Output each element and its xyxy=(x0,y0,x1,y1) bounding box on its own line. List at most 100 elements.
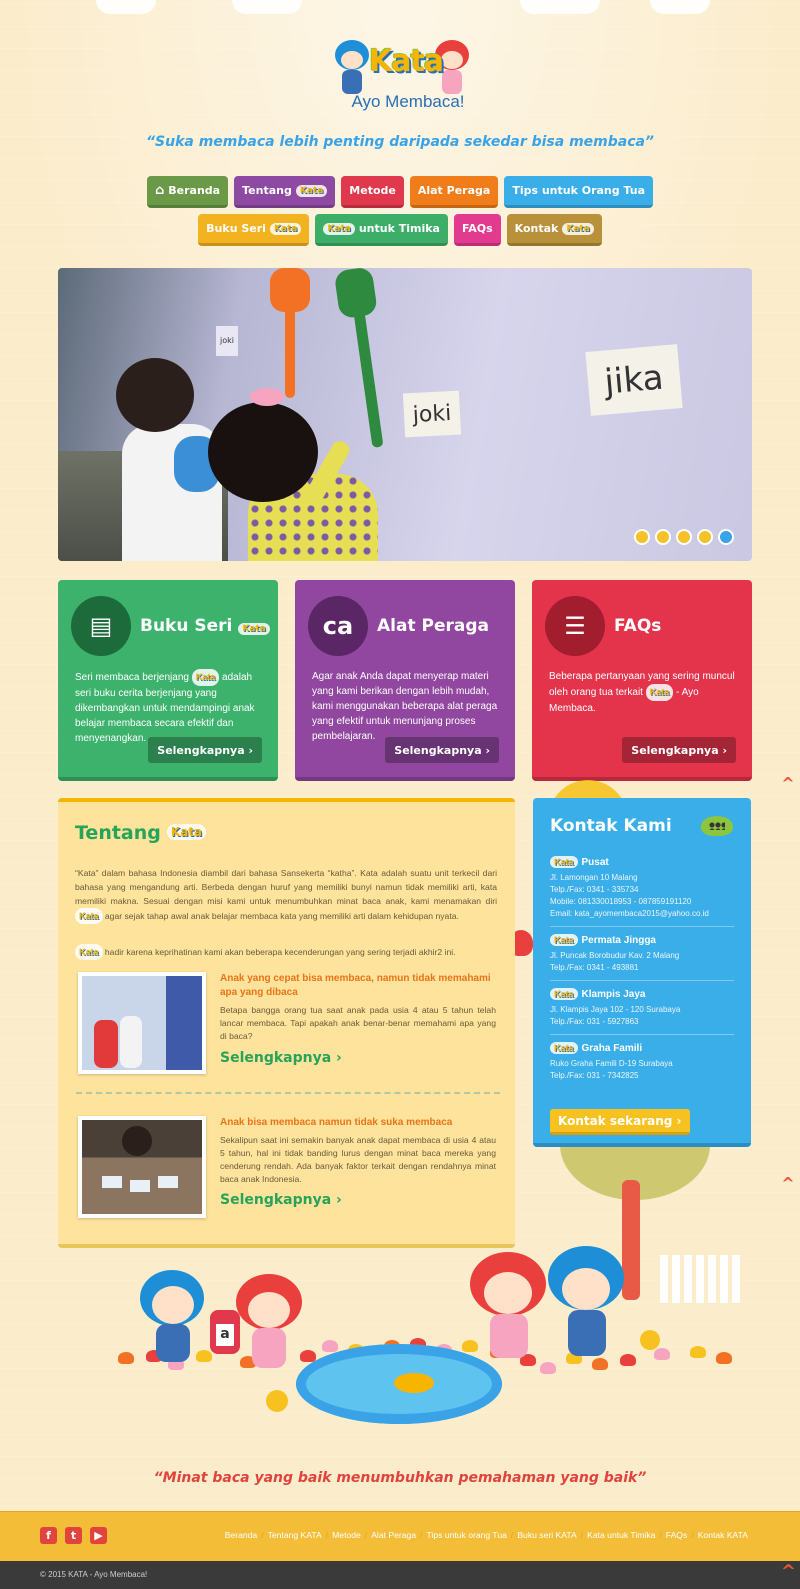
nav-item-label: Tentang xyxy=(242,184,292,197)
article-read-more-link[interactable]: Selengkapnya › xyxy=(220,1050,342,1066)
article-card: Anak bisa membaca namun tidak suka memba… xyxy=(78,1116,498,1226)
slider-dot[interactable] xyxy=(676,529,692,545)
copyright-bar: © 2015 KATA - Ayo Membaca! ^ xyxy=(0,1561,800,1589)
feature-description: Agar anak Anda dapat menyerap materi yan… xyxy=(312,669,506,744)
contact-office: Kata Graha Famili Ruko Graha Famili D-19 S… xyxy=(550,1042,734,1088)
twitter-icon[interactable]: t xyxy=(65,1527,82,1544)
footer-nav-link[interactable]: Buku seri KATA xyxy=(513,1530,580,1540)
footer-nav-link[interactable]: Kontak KATA xyxy=(694,1530,752,1540)
slider-dot[interactable] xyxy=(718,529,734,545)
flower-icon xyxy=(322,1340,338,1352)
contact-office-name-text: Permata Jingga xyxy=(581,934,656,946)
read-more-button[interactable]: Selengkapnya › xyxy=(622,737,736,763)
nav-item-label: Tips untuk Orang Tua xyxy=(512,184,646,197)
cloud-decoration xyxy=(96,0,156,14)
kata-badge: Kata xyxy=(550,856,578,868)
header-tagline: “Suka membaca lebih penting daripada sek… xyxy=(146,134,654,150)
contact-now-button[interactable]: Kontak sekarang › xyxy=(550,1109,690,1135)
cloud-decoration xyxy=(520,0,600,14)
feature-text-pre: Agar anak Anda dapat menyerap materi yan… xyxy=(312,671,498,742)
youtube-icon[interactable]: ▶ xyxy=(90,1527,107,1544)
kata-badge: Kata xyxy=(191,669,220,686)
scroll-to-top-icon[interactable]: ^ xyxy=(781,1563,796,1581)
footer-nav-link[interactable]: Beranda xyxy=(221,1530,262,1540)
article-excerpt: Betapa bangga orang tua saat anak pada u… xyxy=(220,1005,496,1041)
feature-box-buku-seri: ▤ Buku Seri Kata Seri membaca berjenjang Ka… xyxy=(58,580,278,781)
slider-pagination xyxy=(634,529,734,545)
footer-nav-link[interactable]: Tentang KATA xyxy=(264,1530,326,1540)
facebook-icon[interactable]: f xyxy=(40,1527,57,1544)
fence-decoration xyxy=(660,1255,742,1303)
nav-item-untuk-timika[interactable]: Kata untuk Timika xyxy=(315,214,448,246)
contact-office: Kata Permata Jingga Jl. Puncak Borobudur K… xyxy=(550,934,734,981)
article-excerpt: Sekalipun saat ini semakin banyak anak d… xyxy=(220,1135,496,1184)
main-nav-row-2: Buku Seri Kata Kata untuk Timika FAQs Kontak K… xyxy=(0,214,800,246)
slider-dot[interactable] xyxy=(697,529,713,545)
kata-badge: Kata xyxy=(75,908,103,924)
slider-dot[interactable] xyxy=(634,529,650,545)
feature-box-alat-peraga: ca Alat Peraga Agar anak Anda dapat menyer… xyxy=(295,580,515,781)
logo-subtitle: Ayo Membaca! xyxy=(351,92,465,111)
nav-item-alat-peraga[interactable]: Alat Peraga xyxy=(409,176,499,208)
contact-office-name: Kata Permata Jingga xyxy=(550,934,734,946)
chat-bubbles-icon: ☰ xyxy=(545,596,605,656)
slider-dot[interactable] xyxy=(655,529,671,545)
nav-item-tentang[interactable]: Tentang Kata xyxy=(234,176,336,208)
feature-description: Beberapa pertanyaan yang sering muncul o… xyxy=(549,669,743,716)
contact-office-name: Kata Pusat xyxy=(550,856,734,868)
about-paragraph-1: “Kata” dalam bahasa Indonesia diambil da… xyxy=(75,866,497,924)
nav-item-buku-seri[interactable]: Buku Seri Kata xyxy=(198,214,310,246)
article-title[interactable]: Anak yang cepat bisa membaca, namun tida… xyxy=(220,972,496,1000)
footer: f t ▶ Beranda / Tentang KATA / Metode / Alat Per… xyxy=(0,1511,800,1561)
flower-icon xyxy=(716,1352,732,1364)
read-more-button[interactable]: Selengkapnya › xyxy=(385,737,499,763)
about-paragraph-2: Kata hadir karena keprihatinan kami akan… xyxy=(75,944,497,960)
feature-title: Buku Seri Kata xyxy=(140,616,270,636)
contact-office-name-text: Klampis Jaya xyxy=(581,988,646,1000)
contact-office-detail: Telp./Fax: 0341 - 493881 xyxy=(550,963,639,972)
contact-section: Kontak Kami Kata Pusat Jl. Lamongan 10 Mal… xyxy=(533,798,751,1147)
footer-nav-link[interactable]: Kata untuk Timika xyxy=(583,1530,659,1540)
contact-office-name: Kata Klampis Jaya xyxy=(550,988,734,1000)
cartoon-girl-right xyxy=(470,1252,550,1362)
site-logo[interactable]: Kata Ayo Membaca! xyxy=(320,36,490,116)
about-p1-text: “Kata” dalam bahasa Indonesia diambil da… xyxy=(75,868,497,906)
logo-text: Kata xyxy=(368,44,444,79)
footer-nav-link[interactable]: Tips untuk orang Tua xyxy=(423,1530,511,1540)
footer-nav-link[interactable]: Metode xyxy=(328,1530,365,1540)
word-card-joki: joki xyxy=(402,390,462,438)
contact-office-detail: Telp./Fax: 031 - 7342825 xyxy=(550,1071,639,1080)
nav-item-tips-untuk-orang-tua[interactable]: Tips untuk Orang Tua xyxy=(504,176,654,208)
feature-title: Alat Peraga xyxy=(377,616,489,636)
scroll-to-top-icon[interactable]: ^ xyxy=(781,1176,795,1192)
cloud-decoration xyxy=(232,0,302,14)
scroll-to-top-icon[interactable]: ^ xyxy=(781,776,795,792)
nav-item-kontak[interactable]: Kontak Kata xyxy=(506,214,602,246)
ladybug-icon xyxy=(701,816,733,836)
duck-icon xyxy=(266,1390,288,1412)
kata-badge: Kata xyxy=(295,184,328,197)
nav-item-faqs[interactable]: FAQs xyxy=(453,214,501,246)
feature-text-pre: Beberapa pertanyaan yang sering muncul o… xyxy=(549,671,735,698)
kata-badge: Kata xyxy=(323,222,355,235)
hero-slider[interactable]: joki joki jika xyxy=(58,268,752,561)
article-thumbnail[interactable] xyxy=(78,1116,206,1218)
contact-office-detail: Jl. Lamongan 10 Malang xyxy=(550,873,638,882)
footer-nav-link[interactable]: FAQs xyxy=(662,1530,692,1540)
nav-item-beranda[interactable]: ⌂ Beranda xyxy=(146,176,229,208)
read-more-button[interactable]: Selengkapnya › xyxy=(148,737,262,763)
article-read-more-link[interactable]: Selengkapnya › xyxy=(220,1192,342,1208)
nav-item-label: Beranda xyxy=(168,184,221,197)
feature-description: Seri membaca berjenjang Kata adalah seri… xyxy=(75,669,269,746)
footer-nav-link[interactable]: Alat Peraga xyxy=(367,1530,420,1540)
kata-badge: Kata xyxy=(550,934,578,946)
contact-office-name-text: Pusat xyxy=(581,856,609,868)
contact-office-detail: Mobile: 081330018953 - 087859191120 xyxy=(550,897,692,906)
article-title[interactable]: Anak bisa membaca namun tidak suka memba… xyxy=(220,1116,496,1130)
nav-item-metode[interactable]: Metode xyxy=(341,176,404,208)
nav-item-label: Buku Seri xyxy=(206,222,266,235)
bottom-quote: “Minat baca yang baik menumbuhkan pemaha… xyxy=(153,1470,647,1486)
feature-text-pre: Seri membaca berjenjang xyxy=(75,672,189,683)
kata-badge: Kata xyxy=(645,684,674,701)
article-thumbnail[interactable] xyxy=(78,972,206,1074)
